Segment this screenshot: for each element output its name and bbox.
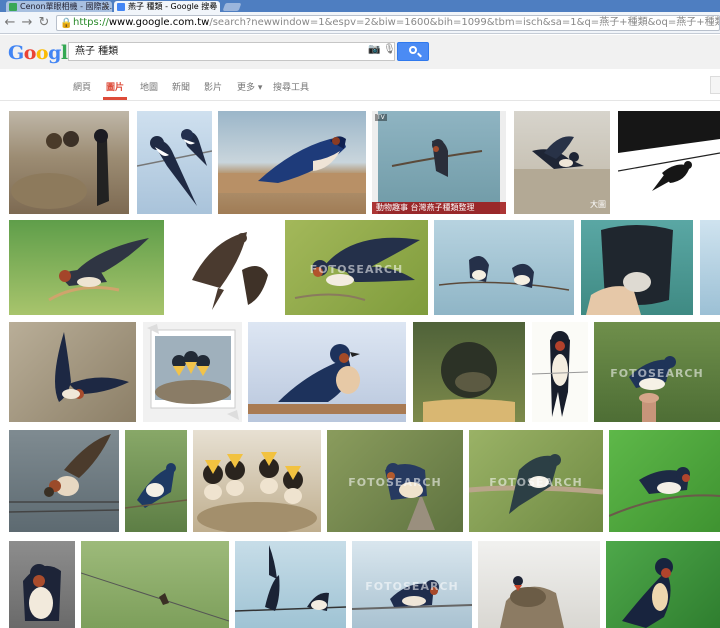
address-bar[interactable]: 🔒 https://www.google.com.tw/search?newwin… — [56, 15, 720, 31]
url-path: /search?newwindow=1&espv=2&biw=1600&bih=… — [209, 17, 720, 28]
tab-title: Cenon單眼相機 - 國際設… — [20, 2, 112, 11]
fotosearch-watermark: FOTOSEARCH — [365, 580, 459, 594]
fotosearch-watermark: FOTOSEARCH — [489, 475, 583, 489]
image-result[interactable] — [9, 111, 129, 214]
active-tab-indicator — [103, 97, 127, 100]
logo-letter: G — [8, 42, 24, 64]
browser-toolbar: ← → ↻ 🔒 https://www.google.com.tw/search?… — [0, 12, 720, 34]
tab-title: 燕子 種類 - Google 搜尋 — [128, 2, 218, 11]
image-result[interactable] — [532, 322, 588, 422]
close-tab-icon[interactable]: ✕ — [102, 1, 109, 12]
browser-tab-strip: Cenon單眼相機 - 國際設… ✕ 燕子 種類 - Google 搜尋 ✕ — [0, 0, 720, 12]
url-scheme: https:// — [73, 17, 109, 28]
news-logo: TV — [375, 114, 387, 121]
back-arrow-icon[interactable]: ← — [2, 15, 18, 31]
search-input[interactable]: 燕子 種類 — [68, 42, 395, 61]
search-button[interactable] — [397, 42, 429, 61]
image-result[interactable] — [478, 541, 600, 628]
tab-maps[interactable]: 地圖 — [140, 80, 158, 93]
settings-button[interactable] — [710, 76, 720, 94]
image-result[interactable] — [434, 220, 574, 315]
image-result[interactable] — [9, 220, 164, 315]
tab-more[interactable]: 更多 ▾ — [237, 80, 262, 93]
image-result[interactable] — [581, 220, 693, 315]
tab-favicon-icon — [9, 3, 17, 11]
tab-search-tools[interactable]: 搜尋工具 — [273, 80, 309, 93]
tab-videos[interactable]: 影片 — [204, 80, 222, 93]
image-result[interactable] — [606, 541, 720, 628]
tab-web[interactable]: 網頁 — [73, 80, 91, 93]
image-result[interactable] — [700, 220, 720, 315]
image-results-grid: TV 動物趣事 台灣燕子種類整理 大圖 FOTOSEARCH FOTOSEARC… — [0, 101, 720, 628]
image-result[interactable] — [172, 220, 279, 315]
fotosearch-watermark: FOTOSEARCH — [348, 475, 442, 489]
lock-icon: 🔒 — [60, 18, 73, 29]
new-tab-button[interactable] — [222, 3, 242, 11]
close-tab-icon[interactable]: ✕ — [210, 1, 217, 12]
image-result[interactable] — [125, 430, 187, 532]
logo-letter: o — [23, 42, 37, 64]
reload-icon[interactable]: ↻ — [36, 15, 52, 31]
image-result[interactable] — [9, 541, 75, 628]
image-result[interactable] — [248, 322, 406, 422]
forward-arrow-icon[interactable]: → — [19, 15, 35, 31]
microphone-icon[interactable]: 🎙 — [383, 44, 396, 55]
logo-letter: l — [60, 42, 68, 64]
news-caption: 動物趣事 台灣燕子種類整理 — [372, 202, 506, 214]
image-result[interactable] — [413, 322, 525, 422]
image-result[interactable]: FOTOSEARCH — [352, 541, 472, 628]
image-result[interactable]: 大圖 — [514, 111, 610, 214]
browser-tab-1[interactable]: Cenon單眼相機 - 國際設… ✕ — [6, 1, 112, 12]
image-result[interactable] — [193, 430, 321, 532]
tab-favicon-icon — [117, 3, 125, 11]
browser-tab-2[interactable]: 燕子 種類 - Google 搜尋 ✕ — [114, 1, 220, 12]
image-result[interactable] — [9, 430, 119, 532]
image-result[interactable] — [137, 111, 212, 214]
image-result[interactable] — [235, 541, 346, 628]
logo-letter: g — [48, 42, 61, 64]
search-icon — [409, 46, 417, 54]
image-result[interactable]: FOTOSEARCH — [285, 220, 428, 315]
image-result[interactable] — [9, 322, 136, 422]
image-result[interactable]: FOTOSEARCH — [594, 322, 720, 422]
image-result[interactable]: FOTOSEARCH — [327, 430, 463, 532]
tab-news[interactable]: 新聞 — [172, 80, 190, 93]
image-result[interactable]: TV 動物趣事 台灣燕子種類整理 — [372, 111, 506, 214]
search-query: 燕子 種類 — [75, 46, 119, 57]
image-result[interactable] — [618, 111, 720, 214]
fotosearch-watermark: FOTOSEARCH — [309, 262, 404, 276]
image-result[interactable] — [218, 111, 366, 214]
source-stamp: 大圖 — [590, 200, 606, 209]
fotosearch-watermark: FOTOSEARCH — [610, 367, 704, 380]
camera-icon[interactable]: 📷 — [368, 44, 380, 55]
url-host: www.google.com.tw — [108, 17, 210, 28]
image-result[interactable] — [81, 541, 229, 628]
image-result[interactable] — [609, 430, 720, 532]
logo-letter: o — [35, 42, 49, 64]
tab-images[interactable]: 圖片 — [106, 80, 124, 93]
image-result[interactable]: FOTOSEARCH — [469, 430, 603, 532]
image-result[interactable] — [143, 322, 242, 422]
